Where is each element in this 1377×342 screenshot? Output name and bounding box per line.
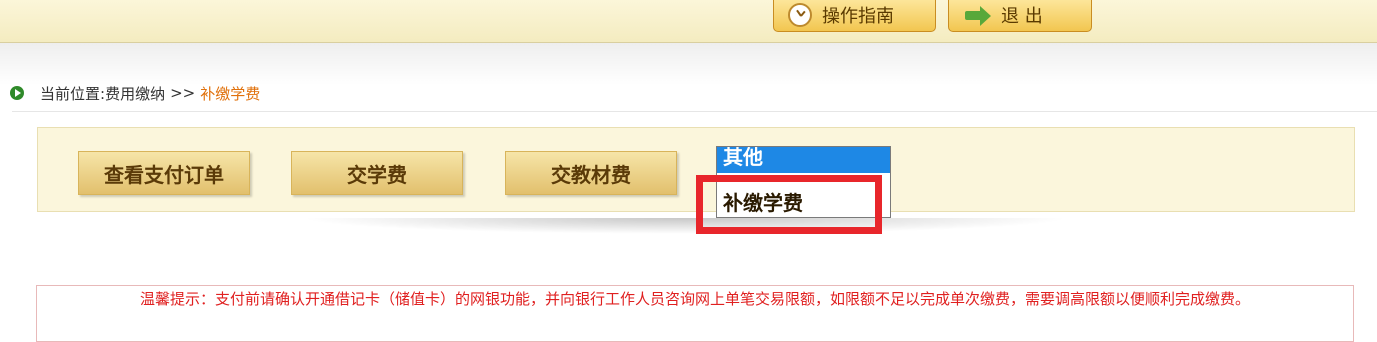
pay-textbook-fee-button[interactable]: 交教材费 [505,151,677,195]
guide-button[interactable]: 操作指南 [773,0,936,32]
menu-shadow [300,218,1070,234]
breadcrumb-separator: >> [170,84,196,102]
arrow-circle-icon [10,86,24,100]
breadcrumb-prefix: 当前位置: [40,84,106,103]
pay-tuition-button[interactable]: 交学费 [291,151,463,195]
breadcrumb-current: 补缴学费 [200,84,261,103]
exit-label: 退 出 [1001,6,1043,27]
view-payment-orders-button[interactable]: 查看支付订单 [78,151,250,195]
dropdown-selected-other[interactable]: 其他 [717,147,890,173]
warm-tip-notice: 温馨提示：支付前请确认开通借记卡（储值卡）的网银功能，并向银行工作人员咨询网上单… [36,285,1354,342]
highlight-annotation-box [696,175,882,234]
guide-label: 操作指南 [822,6,894,27]
exit-arrow-icon [963,3,991,27]
breadcrumb: 当前位置: 费用缴纳 >> 补缴学费 [10,82,260,104]
top-banner [0,0,1377,43]
clock-icon [788,3,812,27]
breadcrumb-parent-link[interactable]: 费用缴纳 [105,83,165,104]
breadcrumb-divider [12,111,1377,112]
exit-button[interactable]: 退 出 [948,0,1092,32]
